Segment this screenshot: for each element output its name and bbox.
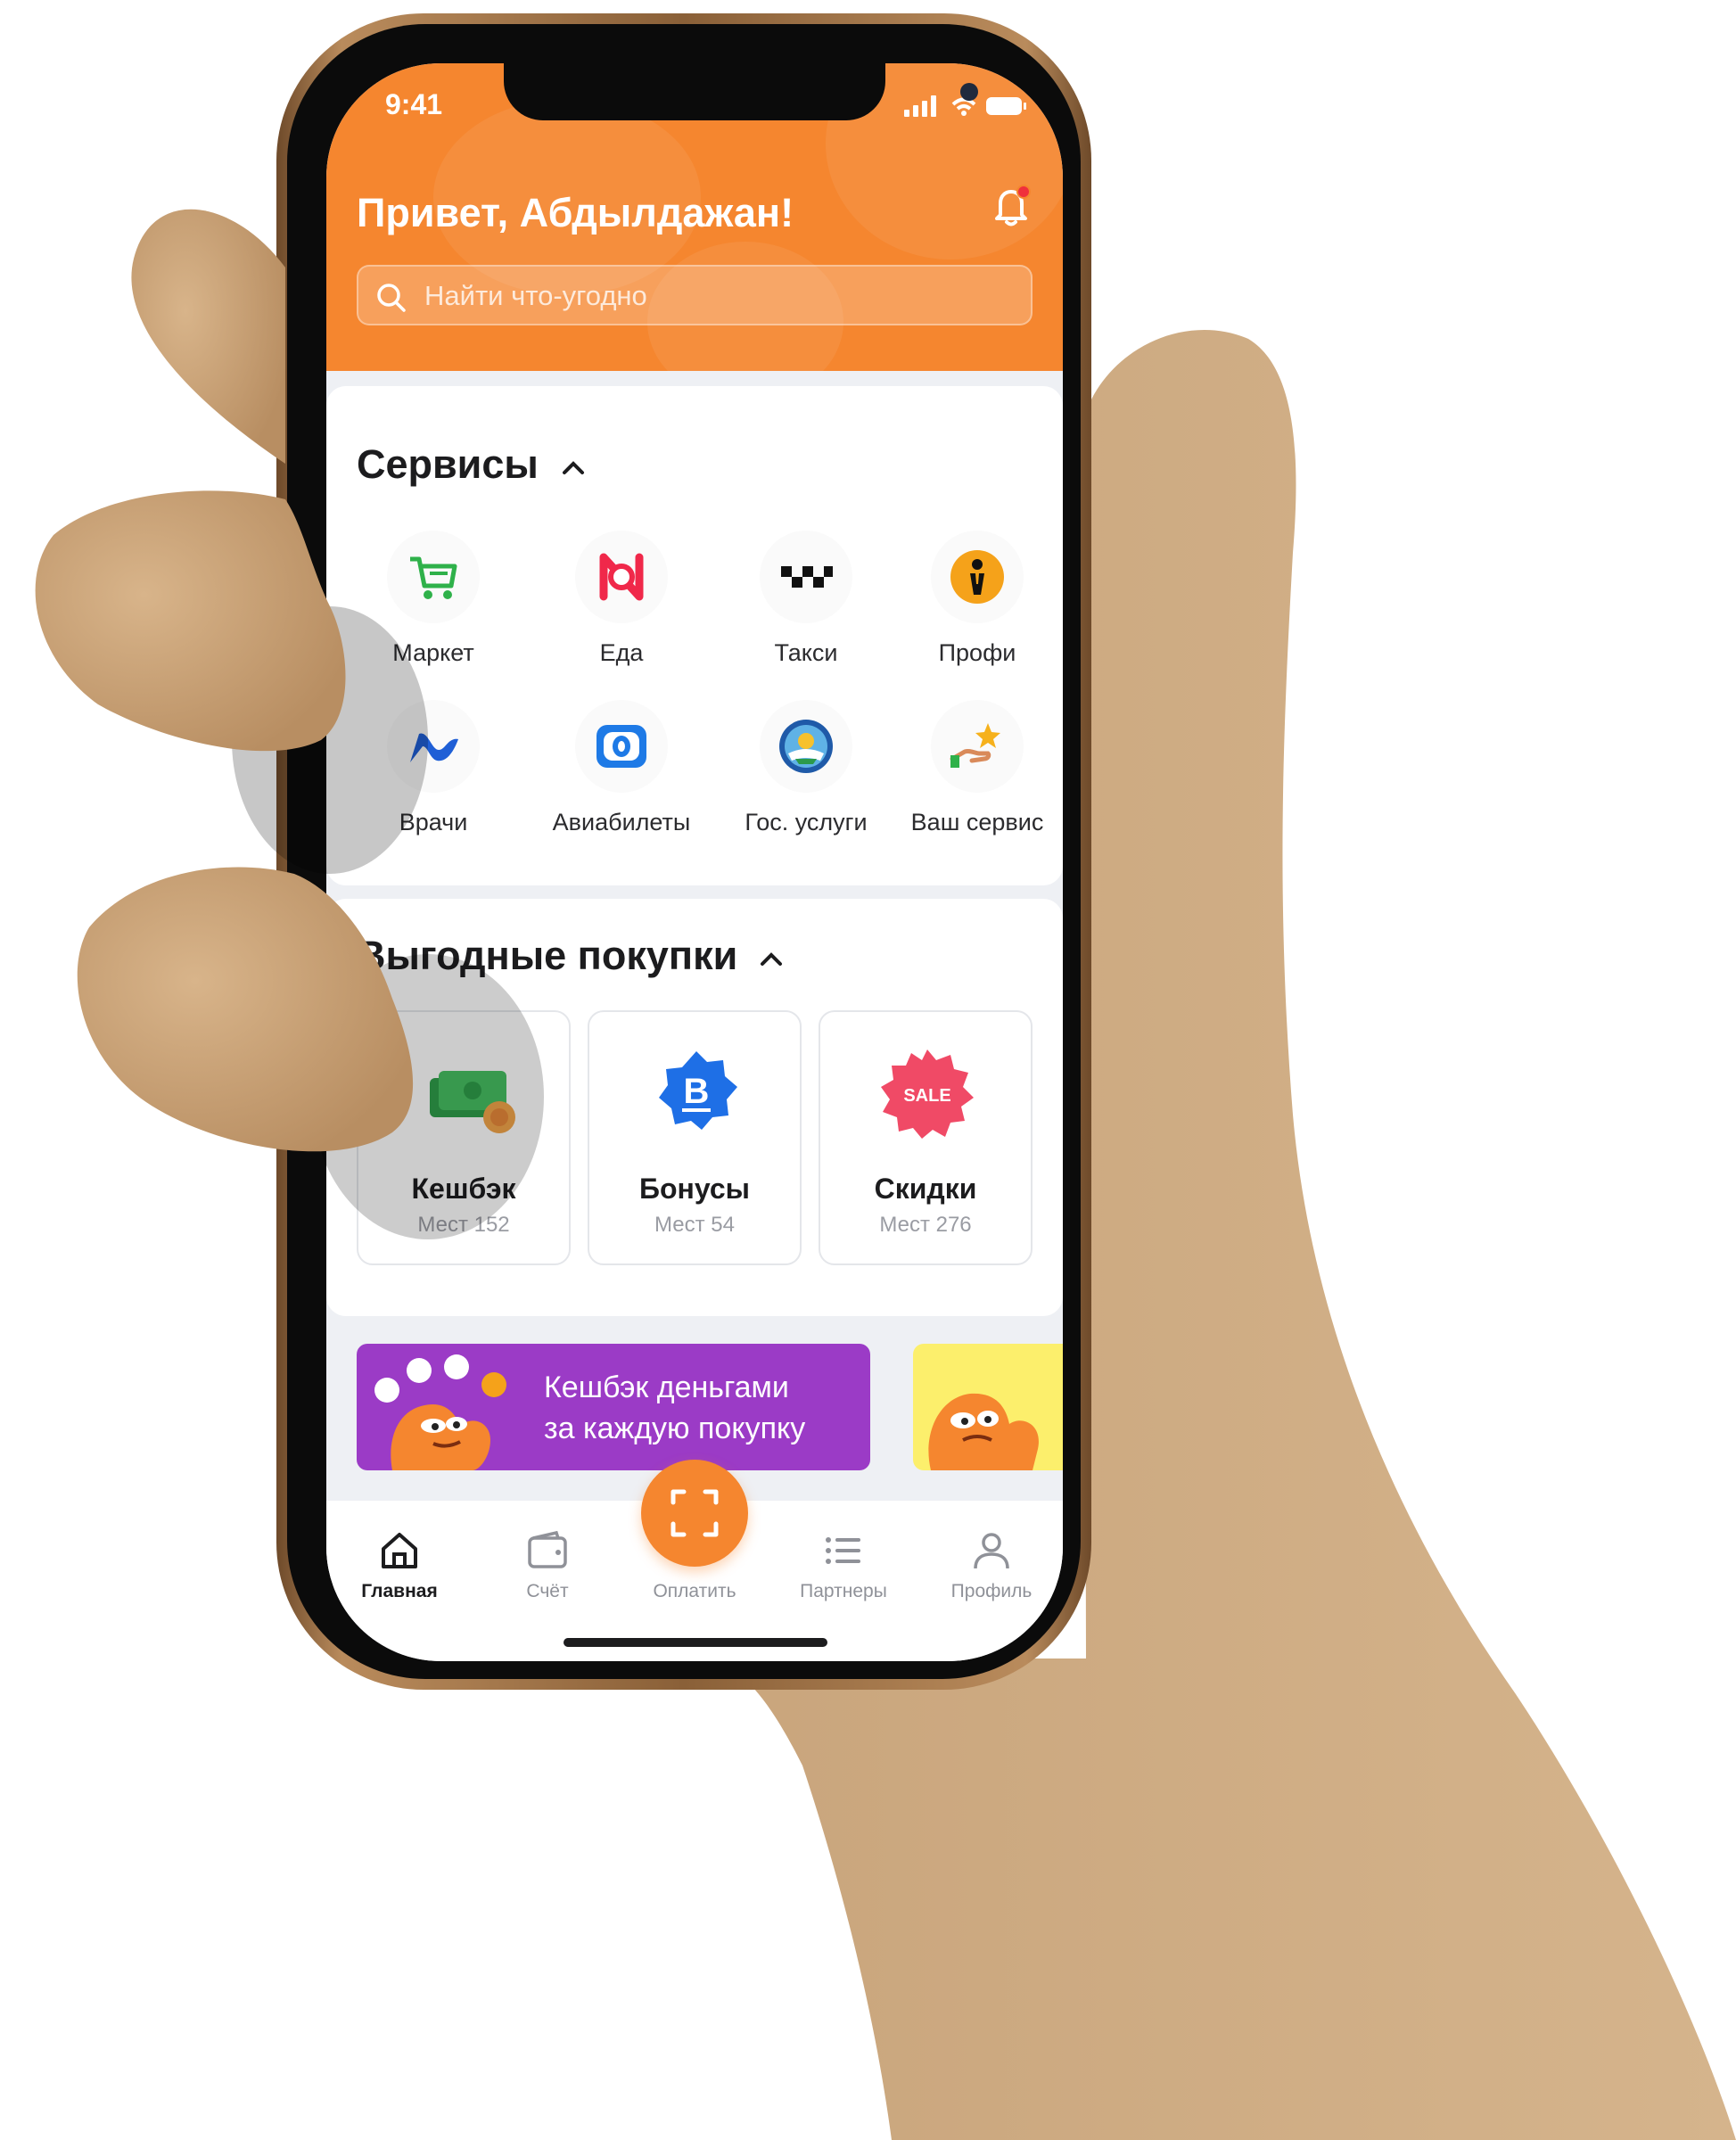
- service-label: Врачи: [399, 809, 468, 835]
- service-your-service[interactable]: Ваш сервис: [888, 700, 1063, 836]
- service-flights[interactable]: Авиабилеты: [532, 700, 711, 836]
- service-taxi[interactable]: Такси: [717, 531, 895, 667]
- list-icon: [826, 1537, 860, 1564]
- deal-subtitle: Мест 152: [417, 1213, 510, 1237]
- service-label: Профи: [938, 639, 1016, 666]
- pay-scan-button[interactable]: [641, 1460, 748, 1567]
- tab-label: Оплатить: [653, 1581, 736, 1601]
- phone-screen: 9:41 Привет, Абдылдажан! Найти что-угодн…: [326, 63, 1063, 1661]
- tab-home[interactable]: Главная: [337, 1527, 462, 1602]
- search-input[interactable]: [423, 276, 1015, 317]
- service-doctors[interactable]: Врачи: [344, 700, 522, 836]
- deal-cashback[interactable]: Кешбэк Мест 152: [357, 1010, 571, 1265]
- promo-banner-cashback[interactable]: Кешбэк деньгами за каждую покупку: [357, 1344, 870, 1470]
- phone-bezel: 9:41 Привет, Абдылдажан! Найти что-угодн…: [287, 24, 1081, 1679]
- promo-banner-second[interactable]: [913, 1344, 1063, 1470]
- sale-icon: SALE: [881, 1049, 974, 1139]
- service-label: Ваш сервис: [910, 809, 1044, 835]
- banner-text: Кешбэк деньгами за каждую покупку: [544, 1370, 806, 1445]
- phone-frame: 9:41 Привет, Абдылдажан! Найти что-угодн…: [276, 13, 1091, 1690]
- deal-title: Бонусы: [639, 1173, 750, 1205]
- tab-label: Партнеры: [800, 1581, 887, 1601]
- food-icon: [575, 531, 668, 623]
- service-label: Еда: [599, 639, 644, 666]
- mascot-illustration: [928, 1393, 1039, 1470]
- search-bar[interactable]: [357, 265, 1033, 325]
- services-card: Сервисы Маркет Еда Такси Профи Врачи Ави…: [326, 386, 1063, 885]
- your-service-icon: [931, 700, 1024, 793]
- service-label: Маркет: [392, 639, 474, 666]
- chevron-up-icon[interactable]: [560, 459, 587, 477]
- mascot-illustration: [374, 1354, 506, 1470]
- scan-icon: [671, 1489, 719, 1537]
- service-label: Такси: [774, 639, 838, 666]
- service-label: Авиабилеты: [552, 809, 691, 835]
- service-profi[interactable]: Профи: [888, 531, 1063, 667]
- doctors-icon: [387, 700, 480, 793]
- greeting-title: Привет, Абдылдажан!: [357, 190, 794, 235]
- tab-label: Профиль: [950, 1581, 1033, 1601]
- deal-sale[interactable]: SALE Скидки Мест 276: [819, 1010, 1033, 1265]
- svg-text:B: B: [684, 1072, 710, 1111]
- tab-profile[interactable]: Профиль: [929, 1527, 1054, 1602]
- flights-icon: [575, 700, 668, 793]
- user-icon: [974, 1533, 1009, 1569]
- bell-icon[interactable]: [986, 181, 1036, 231]
- tab-partners[interactable]: Партнеры: [781, 1527, 906, 1602]
- deal-subtitle: Мест 276: [879, 1213, 972, 1237]
- tab-label: Счёт: [526, 1581, 569, 1601]
- search-icon: [377, 284, 406, 312]
- service-market[interactable]: Маркет: [344, 531, 522, 667]
- chevron-up-icon[interactable]: [758, 951, 785, 968]
- service-food[interactable]: Еда: [532, 531, 711, 667]
- home-icon: [382, 1533, 417, 1568]
- sale-badge-text: SALE: [903, 1086, 950, 1106]
- status-time: 9:41: [385, 88, 443, 120]
- service-label: Гос. услуги: [745, 809, 868, 835]
- bonus-icon: B: [659, 1051, 737, 1130]
- gov-emblem-icon: [760, 700, 852, 793]
- camera: [960, 83, 978, 101]
- cashback-icon: [430, 1071, 515, 1133]
- taxi-icon: [760, 531, 852, 623]
- tab-account[interactable]: Счёт: [485, 1527, 610, 1602]
- home-indicator: [564, 1638, 827, 1647]
- deal-title: Скидки: [874, 1173, 977, 1205]
- deals-card: Выгодные покупки Кешбэк Мест 152 B Бонус…: [326, 899, 1063, 1316]
- deals-title: Выгодные покупки: [357, 933, 738, 978]
- wallet-icon: [528, 1530, 567, 1568]
- notch: [504, 63, 978, 120]
- service-gov[interactable]: Гос. услуги: [717, 700, 895, 836]
- cart-icon: [387, 531, 480, 623]
- deal-title: Кешбэк: [411, 1173, 516, 1205]
- deal-bonus[interactable]: B Бонусы Мест 54: [588, 1010, 802, 1265]
- profi-icon: [931, 531, 1024, 623]
- deal-subtitle: Мест 54: [654, 1213, 735, 1237]
- services-title: Сервисы: [357, 441, 539, 487]
- tab-label: Главная: [361, 1581, 438, 1601]
